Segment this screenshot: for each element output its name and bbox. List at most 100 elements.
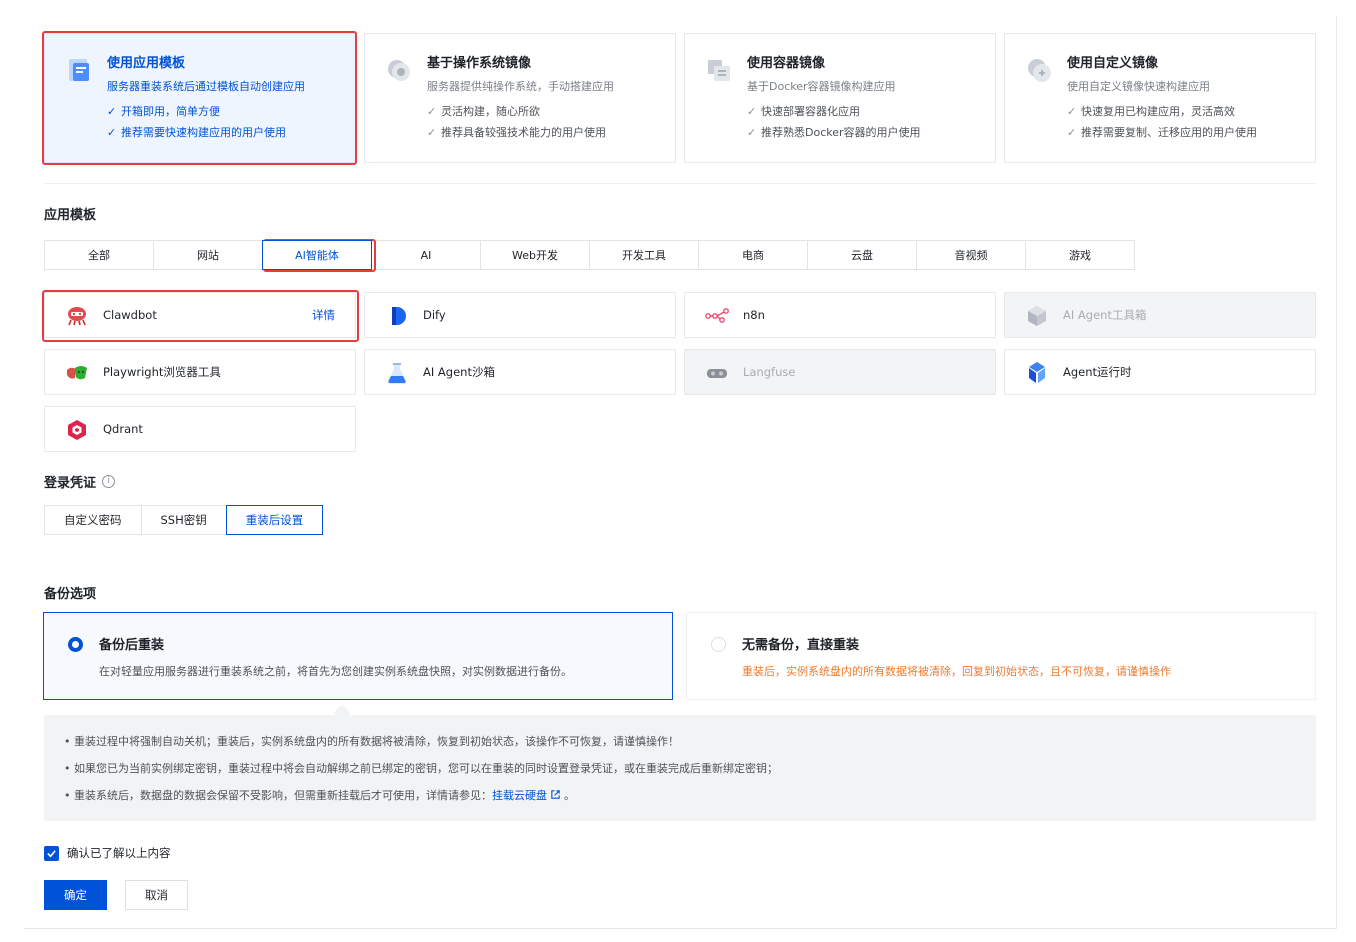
radio-selected[interactable] xyxy=(68,637,83,652)
confirm-checkbox-row[interactable]: 确认已了解以上内容 xyxy=(44,845,171,861)
page-bottom-border xyxy=(24,928,1337,929)
tab-audio-video[interactable]: 音视频 xyxy=(916,240,1026,270)
tab-cloud-disk[interactable]: 云盘 xyxy=(807,240,917,270)
backup-option-no-backup[interactable]: 无需备份，直接重装 重装后，实例系统盘内的所有数据将被清除，回复到初始状态，且不… xyxy=(686,612,1316,700)
source-card-title: 使用容器镜像 xyxy=(747,56,826,71)
dify-icon xyxy=(392,307,406,325)
template-name: AI Agent沙箱 xyxy=(423,365,495,379)
tab-custom-password[interactable]: 自定义密码 xyxy=(44,505,142,535)
backup-option-desc: 在对轻量应用服务器进行重装系统之前，将首先为您创建实例系统盘快照，对实例数据进行… xyxy=(99,665,572,678)
backup-section-title: 备份选项 xyxy=(44,587,97,602)
source-card-feature: ✓ 推荐需要快速构建应用的用户使用 xyxy=(107,126,286,139)
template-name: Clawdbot xyxy=(103,308,157,322)
source-card-feature: ✓ 快速部署容器化应用 xyxy=(747,105,860,118)
source-card-app-template[interactable]: 使用应用模板 服务器重装系统后通过模板自动创建应用 ✓ 开箱即用，简单方便 ✓ 推荐… xyxy=(44,33,356,163)
check-icon: ✓ xyxy=(747,105,757,118)
source-card-feature: ✓ 推荐需要复制、迁移应用的用户使用 xyxy=(1067,126,1257,139)
check-icon xyxy=(47,849,56,857)
source-card-feature: ✓ 推荐熟悉Docker容器的用户使用 xyxy=(747,126,921,139)
tab-website[interactable]: 网站 xyxy=(153,240,263,270)
source-card-desc: 服务器重装系统后通过模板自动创建应用 xyxy=(107,80,305,93)
tab-ai-agent[interactable]: AI智能体 xyxy=(262,240,372,270)
source-card-desc: 基于Docker容器镜像构建应用 xyxy=(747,80,896,93)
confirm-label: 确认已了解以上内容 xyxy=(67,846,171,860)
template-name: AI Agent工具箱 xyxy=(1063,308,1147,322)
qdrant-icon xyxy=(68,420,86,440)
page-right-border xyxy=(1336,16,1337,928)
source-card-custom-image[interactable]: 使用自定义镜像 使用自定义镜像快速构建应用 ✓ 快速复用已构建应用，灵活高效 ✓ 推… xyxy=(1004,33,1316,163)
mount-cloud-disk-link[interactable]: 挂载云硬盘 xyxy=(492,789,547,802)
app-template-icon xyxy=(69,59,89,81)
template-card-qdrant[interactable]: Qdrant xyxy=(44,406,356,452)
template-card-agent-runtime[interactable]: Agent运行时 xyxy=(1004,349,1316,395)
external-link-icon[interactable] xyxy=(550,789,561,800)
cube-icon xyxy=(1028,306,1046,326)
template-name: Langfuse xyxy=(743,365,796,379)
detail-link[interactable]: 详情 xyxy=(312,307,335,323)
template-card-ai-agent-toolbox: AI Agent工具箱 xyxy=(1004,292,1316,338)
credential-tabs: 自定义密码 SSH密钥 重装后设置 xyxy=(44,505,324,535)
backup-option-title: 无需备份，直接重装 xyxy=(742,638,860,653)
template-card-ai-agent-sandbox[interactable]: AI Agent沙箱 xyxy=(364,349,676,395)
category-tabs: 全部 网站 AI智能体 AI Web开发 开发工具 电商 云盘 音视频 游戏 xyxy=(44,240,1135,270)
agent-runtime-icon xyxy=(1029,362,1045,383)
template-card-playwright[interactable]: Playwright浏览器工具 xyxy=(44,349,356,395)
source-card-title: 使用应用模板 xyxy=(107,56,186,71)
template-name: Qdrant xyxy=(103,422,143,436)
template-card-clawdbot[interactable]: Clawdbot 详情 xyxy=(44,292,356,338)
custom-image-icon xyxy=(1028,59,1051,82)
checkbox-checked[interactable] xyxy=(44,845,59,861)
source-card-feature: ✓ 推荐具备较强技术能力的用户使用 xyxy=(427,126,606,139)
container-image-icon xyxy=(708,60,730,81)
ok-button[interactable]: 确定 xyxy=(44,880,107,910)
check-icon: ✓ xyxy=(1067,105,1077,118)
check-icon: ✓ xyxy=(427,126,437,139)
check-icon: ✓ xyxy=(1067,126,1077,139)
notice-line: • 重装过程中将强制自动关机；重装后，实例系统盘内的所有数据将被清除，恢复到初始状… xyxy=(64,735,679,748)
check-icon: ✓ xyxy=(427,105,437,118)
flask-icon xyxy=(387,363,407,385)
section-divider xyxy=(44,183,1316,184)
template-card-n8n[interactable]: n8n xyxy=(684,292,996,338)
template-card-dify[interactable]: Dify xyxy=(364,292,676,338)
tab-ai[interactable]: AI xyxy=(371,240,481,270)
source-card-title: 基于操作系统镜像 xyxy=(427,56,532,71)
tab-set-after-reinstall[interactable]: 重装后设置 xyxy=(225,505,324,535)
check-icon: ✓ xyxy=(747,126,757,139)
tab-ssh-key[interactable]: SSH密钥 xyxy=(140,505,227,535)
tab-web-dev[interactable]: Web开发 xyxy=(480,240,590,270)
radio-unselected[interactable] xyxy=(711,637,726,652)
langfuse-icon xyxy=(707,369,727,378)
tab-games[interactable]: 游戏 xyxy=(1025,240,1135,270)
templates-section-title: 应用模板 xyxy=(44,208,97,223)
n8n-icon xyxy=(705,308,729,323)
source-card-desc: 使用自定义镜像快速构建应用 xyxy=(1067,80,1210,93)
source-card-desc: 服务器提供纯操作系统，手动搭建应用 xyxy=(427,80,614,93)
tab-all[interactable]: 全部 xyxy=(44,240,154,270)
source-card-title: 使用自定义镜像 xyxy=(1067,56,1159,71)
template-card-langfuse: Langfuse xyxy=(684,349,996,395)
clawdbot-icon xyxy=(68,307,86,326)
template-name: n8n xyxy=(743,308,765,322)
template-name: Dify xyxy=(423,308,446,322)
source-card-feature: ✓ 快速复用已构建应用，灵活高效 xyxy=(1067,105,1235,118)
notice-box: • 重装过程中将强制自动关机；重装后，实例系统盘内的所有数据将被清除，恢复到初始状… xyxy=(44,715,1316,821)
source-card-container-image[interactable]: 使用容器镜像 基于Docker容器镜像构建应用 ✓ 快速部署容器化应用 ✓ 推荐熟悉… xyxy=(684,33,996,163)
source-card-feature: ✓ 开箱即用，简单方便 xyxy=(107,105,220,118)
check-icon: ✓ xyxy=(107,126,117,139)
notice-line: • 重装系统后，数据盘的数据会保留不受影响，但需重新挂载后才可使用，详情请参见：挂… xyxy=(64,789,575,802)
source-card-os-image[interactable]: 基于操作系统镜像 服务器提供纯操作系统，手动搭建应用 ✓ 灵活构建，随心所欲 ✓ 推… xyxy=(364,33,676,163)
cancel-button[interactable]: 取消 xyxy=(125,880,188,910)
playwright-icon xyxy=(67,366,87,380)
source-card-feature: ✓ 灵活构建，随心所欲 xyxy=(427,105,540,118)
template-name: Playwright浏览器工具 xyxy=(103,365,221,379)
backup-option-backup-then-reinstall[interactable]: 备份后重装 在对轻量应用服务器进行重装系统之前，将首先为您创建实例系统盘快照，对… xyxy=(43,612,673,700)
template-name: Agent运行时 xyxy=(1063,365,1132,379)
backup-option-warning: 重装后，实例系统盘内的所有数据将被清除，回复到初始状态，且不可恢复，请谨慎操作 xyxy=(742,665,1171,678)
info-icon[interactable]: i xyxy=(102,475,116,488)
notice-line: • 如果您已为当前实例绑定密钥，重装过程中将会自动解绑之前已绑定的密钥，您可以在重… xyxy=(64,762,778,775)
tab-dev-tools[interactable]: 开发工具 xyxy=(589,240,699,270)
os-image-icon xyxy=(388,60,410,81)
tab-ecommerce[interactable]: 电商 xyxy=(698,240,808,270)
check-icon: ✓ xyxy=(107,105,117,118)
